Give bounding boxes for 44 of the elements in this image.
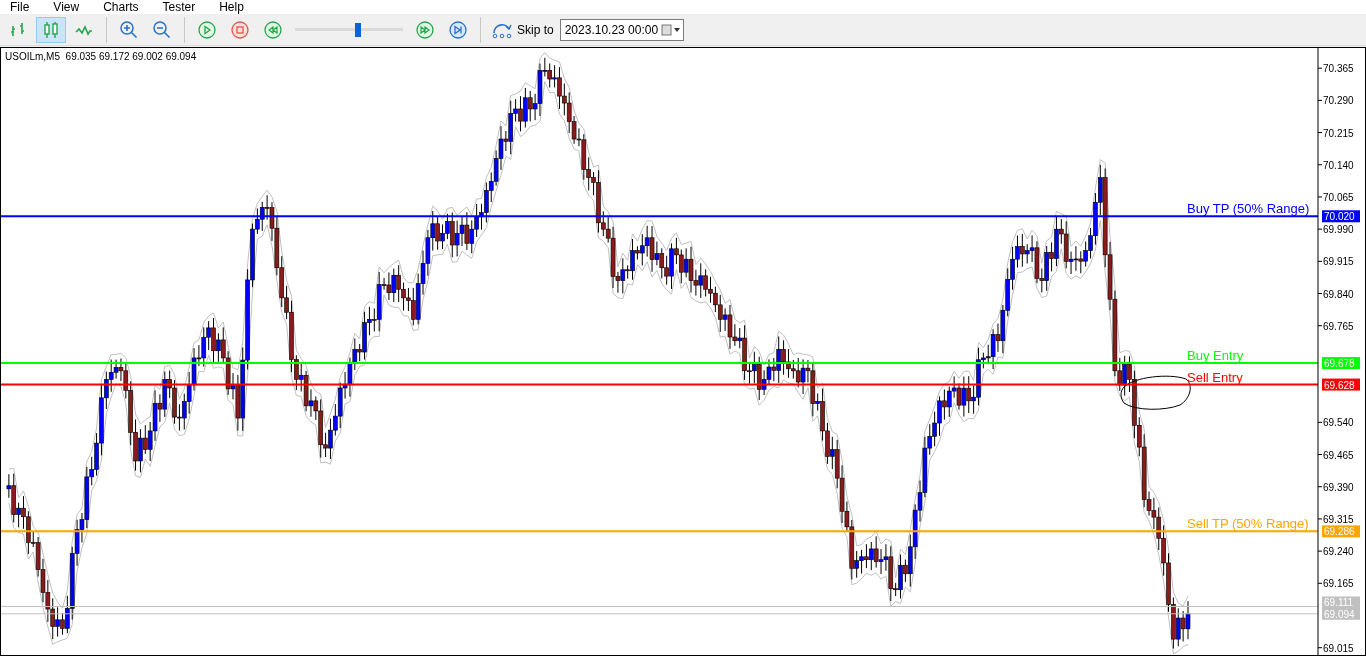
play-icon <box>197 19 217 40</box>
chart-header: USOILm,M5 69.035 69.172 69.002 69.094 <box>5 50 197 64</box>
axis-label: 69.390 <box>1317 481 1354 493</box>
price-tag: 69.678 <box>1322 357 1360 370</box>
candlestick-icon <box>41 19 61 40</box>
axis-label: 69.315 <box>1317 513 1354 525</box>
axis-label: 69.540 <box>1317 417 1354 429</box>
date-field[interactable]: 2023.10.23 00:00 <box>559 18 684 41</box>
calendar-dropdown-icon <box>660 23 681 36</box>
price-tag: 69.111 <box>1322 596 1360 609</box>
axis-label: 70.140 <box>1317 159 1354 171</box>
menu-item[interactable]: Help <box>219 0 244 16</box>
axis-label: 69.765 <box>1317 320 1354 332</box>
level-label: Sell TP (50% Range) <box>1187 516 1309 532</box>
speed-slider[interactable] <box>295 22 403 37</box>
skip-to-button[interactable]: Skip to <box>488 16 557 43</box>
price-tag: 69.628 <box>1322 378 1360 391</box>
menu-item[interactable]: Tester <box>162 0 196 16</box>
price-tag: 70.020 <box>1322 210 1360 223</box>
axis-label: 69.465 <box>1317 449 1354 461</box>
level-label: Buy Entry <box>1187 348 1244 364</box>
axis-label: 70.290 <box>1317 95 1354 107</box>
price-tag: 69.286 <box>1322 525 1360 538</box>
stop-icon <box>230 19 250 40</box>
menu-item[interactable]: Charts <box>103 0 139 16</box>
axis-label: 70.365 <box>1317 63 1354 75</box>
menu-item[interactable]: File <box>10 0 30 16</box>
axis-label: 69.240 <box>1317 546 1354 558</box>
fast-forward-icon <box>415 19 435 40</box>
level-label: Sell Entry <box>1187 369 1243 385</box>
axis-label: 69.840 <box>1317 288 1354 300</box>
axis-label: 69.990 <box>1317 224 1354 236</box>
axis-label: 69.915 <box>1317 256 1354 268</box>
axis-label: 69.015 <box>1317 642 1354 654</box>
menu-item[interactable]: View <box>53 0 80 16</box>
axis-label: 69.165 <box>1317 578 1354 590</box>
toolbar-button[interactable] <box>36 16 66 43</box>
level-label: Buy TP (50% Range) <box>1187 201 1310 217</box>
axis-label: 70.065 <box>1317 191 1354 203</box>
skip-end-icon <box>448 19 468 40</box>
axis-label: 70.215 <box>1317 127 1354 139</box>
rewind-icon <box>263 19 283 40</box>
zoom-in-icon <box>119 19 139 40</box>
zoom-out-icon <box>152 19 172 40</box>
